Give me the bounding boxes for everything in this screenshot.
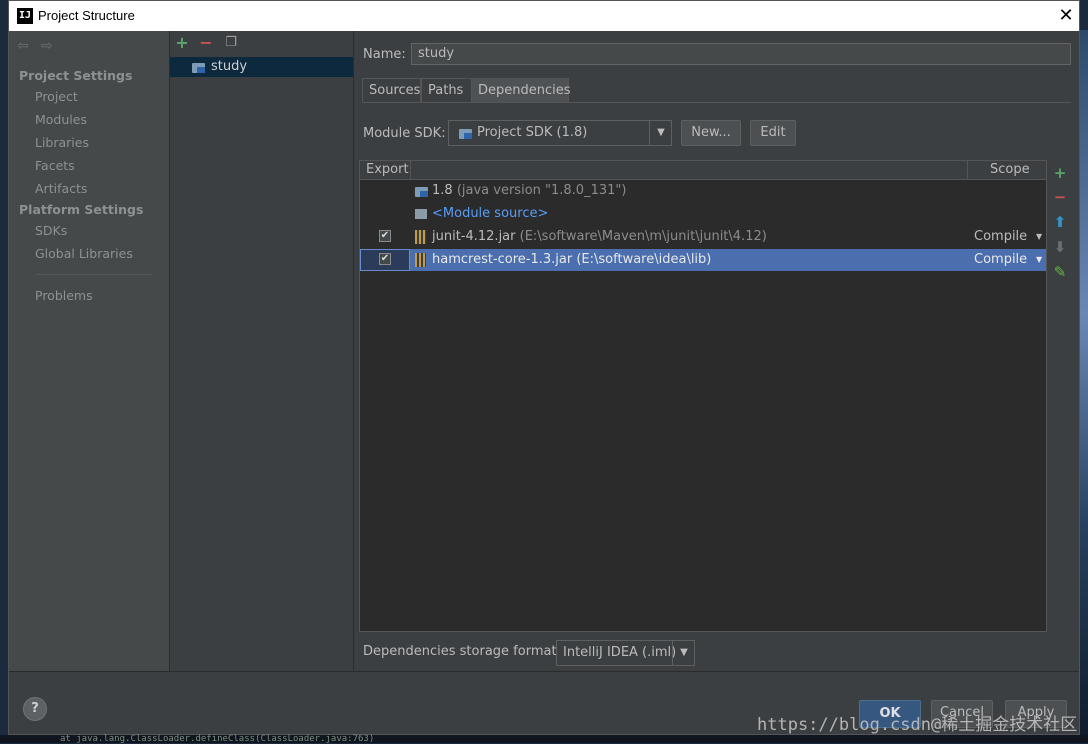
- table-row[interactable]: 1.8 (java version "1.8.0_131"): [360, 180, 1046, 202]
- dependency-detail: (java version "1.8.0_131"): [456, 183, 627, 198]
- add-icon[interactable]: +: [175, 35, 189, 51]
- nav-item-project[interactable]: Project: [35, 89, 78, 104]
- settings-nav: ⇦ ⇨ Project Settings Project Modules Lib…: [9, 31, 169, 671]
- tree-item-label: study: [211, 59, 248, 74]
- tab-paths[interactable]: Paths: [421, 78, 473, 102]
- edit-pencil-icon[interactable]: ✎: [1053, 265, 1067, 280]
- dependency-name: hamcrest-core-1.3.jar: [432, 252, 573, 267]
- window-title: Project Structure: [38, 8, 135, 23]
- remove-icon[interactable]: −: [199, 35, 213, 51]
- chevron-down-icon[interactable]: ▼: [649, 121, 672, 145]
- chevron-down-icon[interactable]: ▼: [672, 641, 695, 665]
- watermark: https://blog.csdn@稀土掘金技术社区: [757, 715, 1078, 735]
- module-sdk-label: Module SDK:: [363, 126, 446, 141]
- add-icon[interactable]: +: [1053, 166, 1067, 181]
- table-header: Export Scope: [360, 161, 1046, 180]
- forward-arrow-icon[interactable]: ⇨: [41, 39, 57, 53]
- tab-sources[interactable]: Sources: [362, 78, 421, 102]
- nav-item-libraries[interactable]: Libraries: [35, 135, 89, 150]
- row-name-cell: junit-4.12.jar (E:\software\Maven\m\juni…: [432, 229, 767, 244]
- column-header-scope[interactable]: Scope: [990, 162, 1030, 177]
- module-tree: + − ❐ study: [169, 31, 354, 671]
- new-sdk-button[interactable]: New...: [681, 120, 741, 146]
- nav-section-project-settings: Project Settings: [19, 68, 133, 83]
- jdk-folder-icon: [415, 187, 428, 197]
- move-down-icon[interactable]: ⬇: [1053, 240, 1067, 255]
- close-button[interactable]: ✕: [1056, 6, 1076, 26]
- row-name-cell: hamcrest-core-1.3.jar (E:\software\idea\…: [432, 252, 711, 267]
- dependency-name: <Module source>: [432, 206, 549, 221]
- nav-divider: [35, 274, 153, 275]
- chevron-down-icon[interactable]: ▼: [1036, 255, 1042, 264]
- dependencies-table: Export Scope 1.8 (java version "1.8.0_13…: [359, 160, 1047, 632]
- row-name-cell: 1.8 (java version "1.8.0_131"): [432, 183, 626, 198]
- dependencies-toolbar: + − ⬆ ⬇ ✎: [1047, 160, 1073, 300]
- column-header-export[interactable]: Export: [366, 162, 409, 177]
- storage-format-select[interactable]: IntelliJ IDEA (.iml) ▼: [556, 640, 695, 666]
- module-folder-icon: [192, 63, 205, 73]
- scope-value[interactable]: Compile: [974, 229, 1027, 244]
- export-checkbox[interactable]: ✔: [379, 230, 391, 242]
- chevron-down-icon[interactable]: ▼: [1036, 232, 1042, 241]
- dependency-detail: (E:\software\Maven\m\junit\junit\4.12): [519, 229, 767, 244]
- export-checkbox[interactable]: ✔: [379, 253, 391, 265]
- edit-sdk-button[interactable]: Edit: [750, 120, 796, 146]
- title-bar: IJ Project Structure ✕: [9, 1, 1079, 31]
- table-row[interactable]: ✔ junit-4.12.jar (E:\software\Maven\m\ju…: [360, 226, 1046, 248]
- export-cell: ✔: [360, 249, 410, 271]
- copy-icon[interactable]: ❐: [224, 36, 238, 50]
- source-folder-icon: [415, 209, 427, 219]
- tab-divider: [362, 102, 1071, 103]
- nav-section-platform-settings: Platform Settings: [19, 202, 144, 217]
- nav-item-problems[interactable]: Problems: [35, 288, 93, 303]
- export-cell: ✔: [360, 226, 410, 248]
- dependency-name: 1.8: [432, 183, 453, 198]
- name-field[interactable]: study: [411, 43, 1071, 65]
- table-row[interactable]: ✔ hamcrest-core-1.3.jar (E:\software\ide…: [360, 249, 1046, 271]
- back-arrow-icon[interactable]: ⇦: [17, 39, 33, 53]
- module-settings-panel: Name: study Sources Paths Dependencies M…: [353, 31, 1079, 671]
- jar-icon: [415, 230, 426, 244]
- nav-item-global-libraries[interactable]: Global Libraries: [35, 246, 133, 261]
- jar-icon: [415, 253, 426, 267]
- intellij-icon: IJ: [17, 8, 33, 24]
- name-label: Name:: [363, 47, 406, 62]
- dependency-name: junit-4.12.jar: [432, 229, 516, 244]
- tree-toolbar: + − ❐: [170, 31, 353, 55]
- module-sdk-select[interactable]: Project SDK (1.8) ▼: [448, 120, 672, 146]
- background-desktop: [1080, 30, 1088, 743]
- module-sdk-value: Project SDK (1.8): [477, 125, 588, 140]
- dependency-detail: (E:\software\idea\lib): [576, 252, 712, 267]
- table-row[interactable]: <Module source>: [360, 203, 1046, 225]
- move-up-icon[interactable]: ⬆: [1053, 215, 1067, 230]
- tree-item-study[interactable]: study: [170, 57, 353, 77]
- nav-item-facets[interactable]: Facets: [35, 158, 75, 173]
- help-button[interactable]: ?: [23, 697, 47, 721]
- sdk-folder-icon: [459, 129, 472, 139]
- storage-format-value: IntelliJ IDEA (.iml): [563, 645, 677, 660]
- column-separator: [410, 161, 411, 179]
- project-structure-dialog: IJ Project Structure ✕ ⇦ ⇨ Project Setti…: [8, 0, 1080, 735]
- tab-dependencies[interactable]: Dependencies: [471, 78, 571, 102]
- nav-item-artifacts[interactable]: Artifacts: [35, 181, 87, 196]
- remove-icon[interactable]: −: [1053, 190, 1067, 205]
- nav-item-modules[interactable]: Modules: [35, 112, 87, 127]
- storage-format-label: Dependencies storage format:: [363, 644, 561, 659]
- column-separator: [967, 161, 968, 179]
- nav-item-sdks[interactable]: SDKs: [35, 223, 67, 238]
- scope-value[interactable]: Compile: [974, 252, 1027, 267]
